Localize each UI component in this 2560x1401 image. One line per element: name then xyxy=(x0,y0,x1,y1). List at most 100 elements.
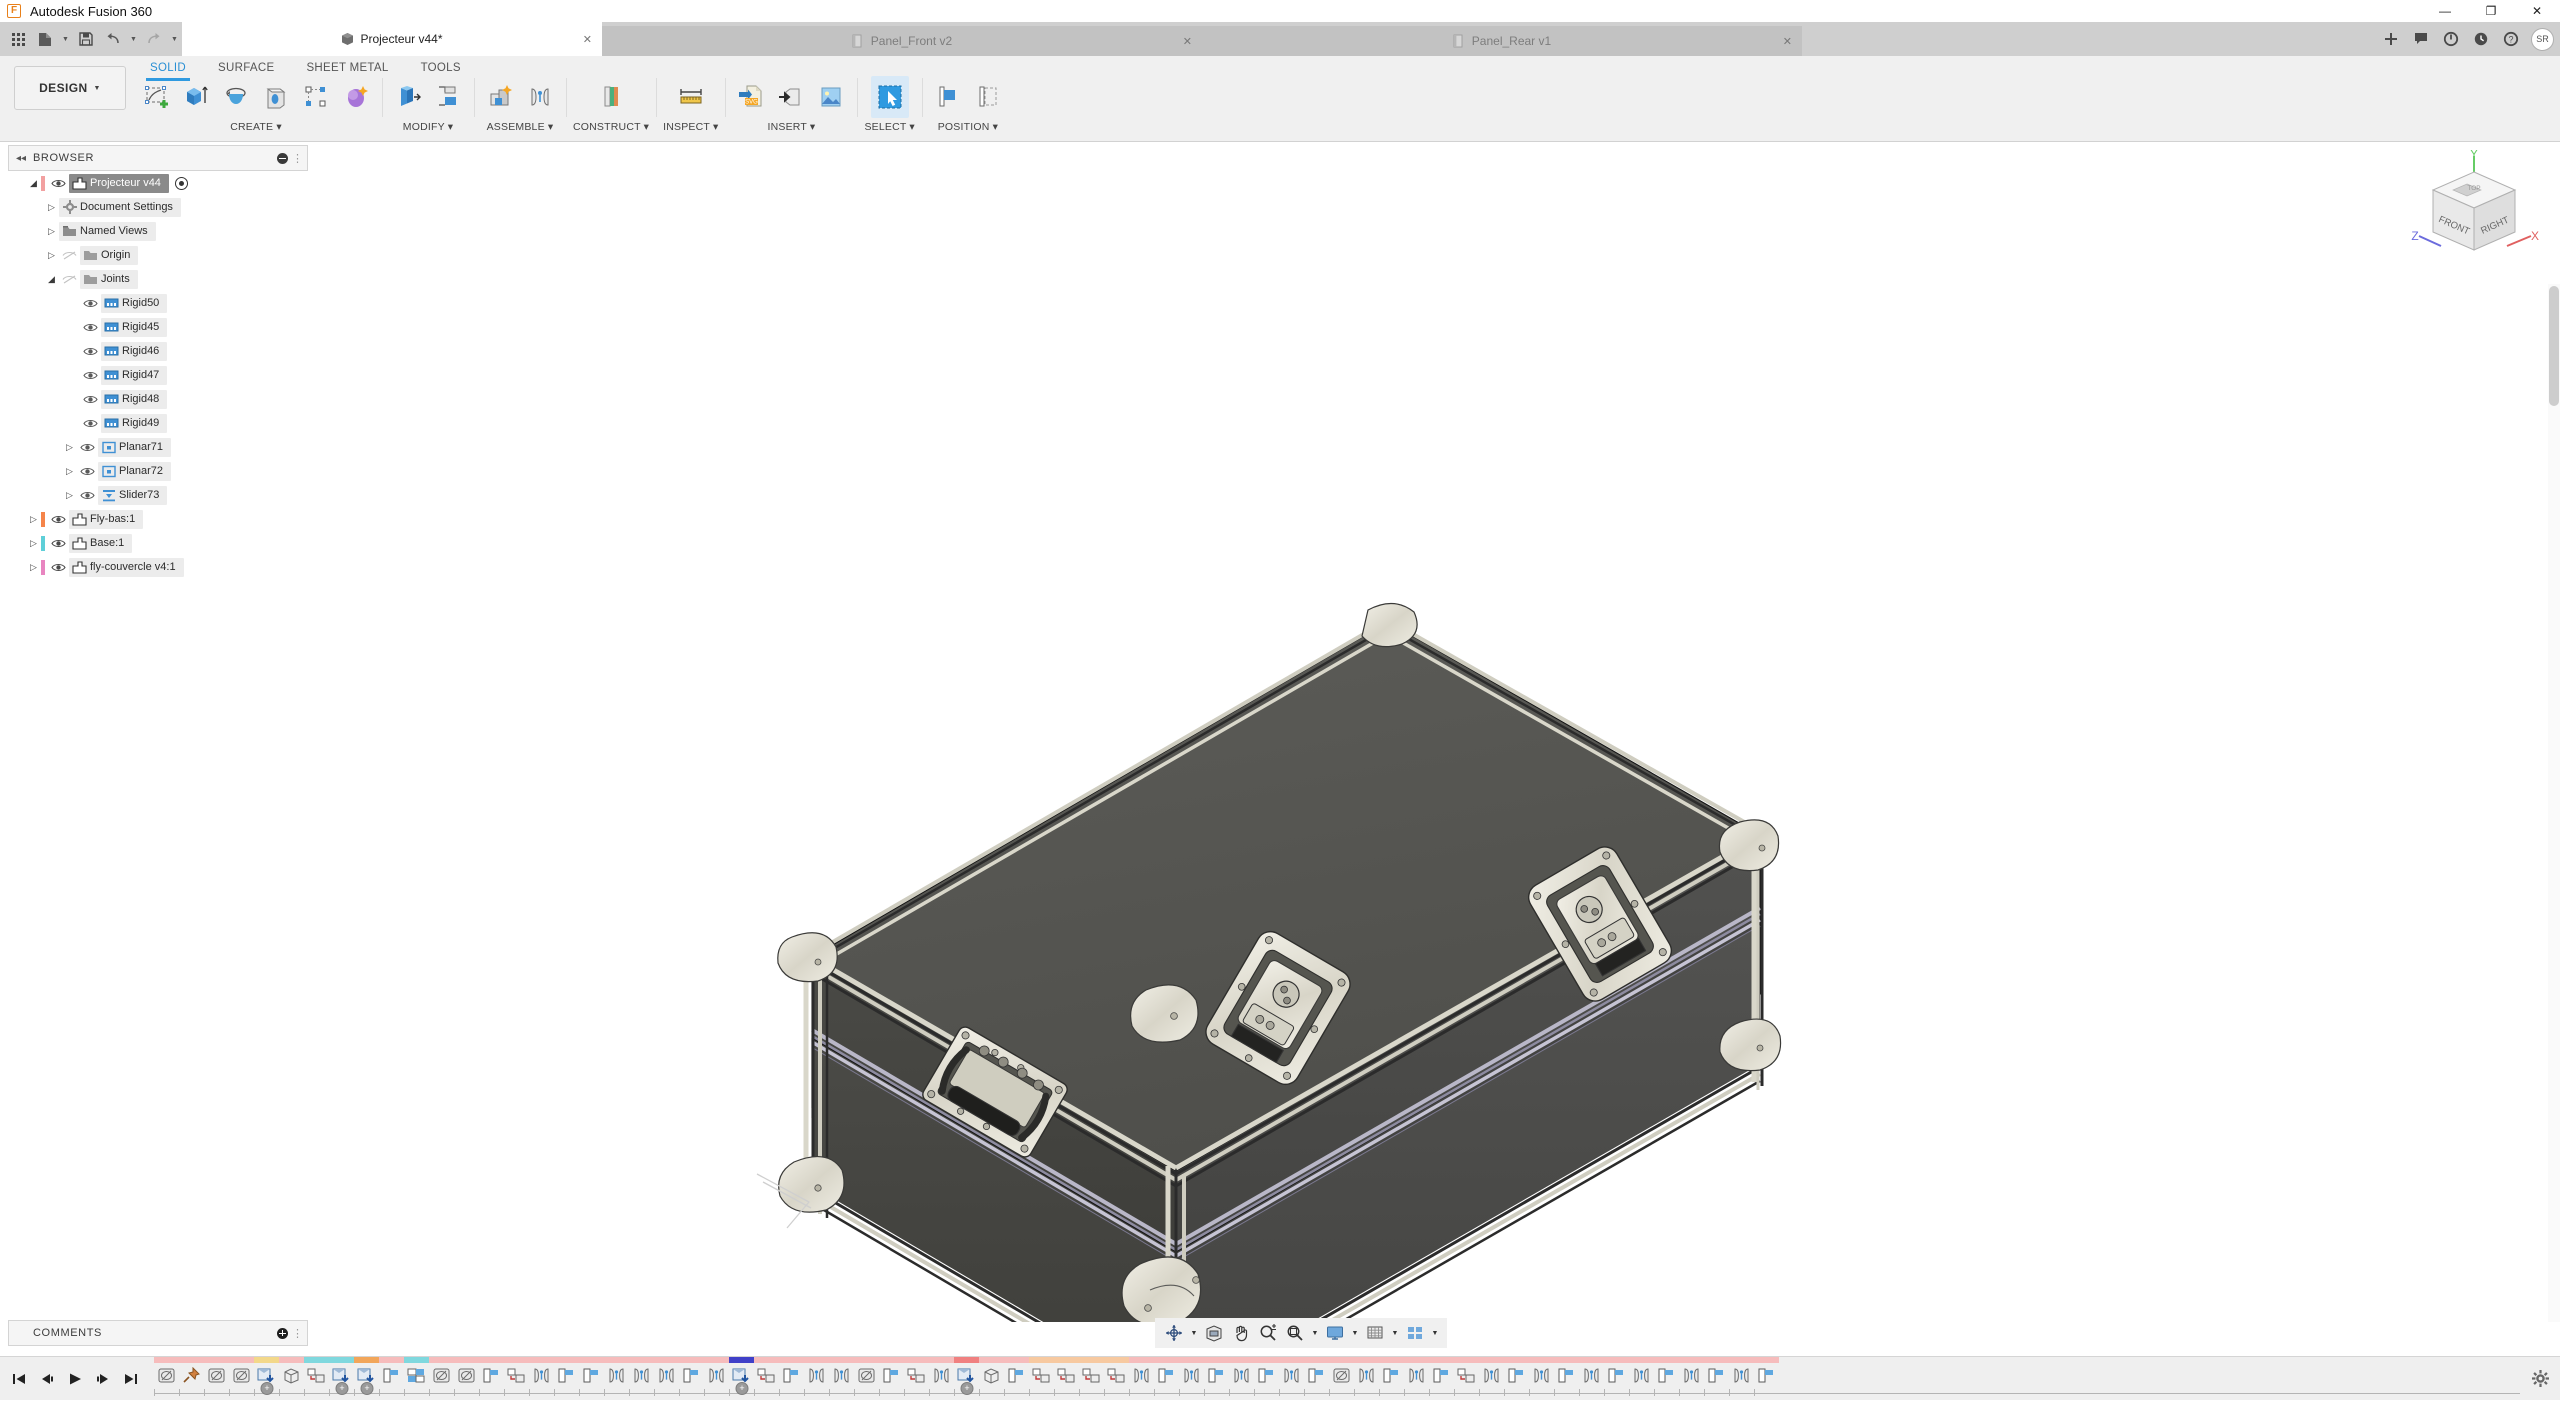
tab-surface[interactable]: SURFACE xyxy=(202,58,290,78)
design-canvas[interactable]: Y X Z FRONT RIGHT TOP xyxy=(0,142,2560,1322)
timeline-group-expand-marker[interactable]: + xyxy=(361,1382,374,1395)
tree-item-rigid46[interactable]: Rigid46 xyxy=(8,339,308,363)
move-icon[interactable] xyxy=(1454,1363,1479,1389)
timeline-feature[interactable] xyxy=(1529,1357,1554,1397)
ribbon-group-label-inspect[interactable]: INSPECT ▾ xyxy=(663,121,718,133)
joint-icon[interactable] xyxy=(1479,1363,1504,1389)
timeline-feature[interactable] xyxy=(1454,1357,1479,1397)
sketch-icon[interactable] xyxy=(429,1363,454,1389)
monitor-caret-icon[interactable]: ▼ xyxy=(1349,1320,1361,1346)
timeline-feature[interactable] xyxy=(1254,1357,1279,1397)
sculpt-form-icon[interactable] xyxy=(337,76,375,118)
timeline-feature[interactable] xyxy=(879,1357,904,1397)
timeline-feature[interactable] xyxy=(1654,1357,1679,1397)
revolve-icon[interactable] xyxy=(217,76,255,118)
timeline-feature[interactable] xyxy=(1329,1357,1354,1397)
minus-circle-icon[interactable] xyxy=(277,153,288,164)
timeline-feature[interactable] xyxy=(1379,1357,1404,1397)
rect-pattern-icon[interactable] xyxy=(1754,1363,1779,1389)
insert-derive-icon[interactable] xyxy=(772,76,810,118)
insert-svg-icon[interactable]: SVG xyxy=(732,76,770,118)
redo-caret-icon[interactable]: ▼ xyxy=(169,28,180,50)
timeline-feature[interactable] xyxy=(804,1357,829,1397)
joint-icon[interactable] xyxy=(1279,1363,1304,1389)
timeline-feature[interactable] xyxy=(1704,1357,1729,1397)
sketch-icon[interactable] xyxy=(854,1363,879,1389)
document-tab-1[interactable]: Panel_Front v2 ✕ xyxy=(602,26,1202,56)
timeline-feature[interactable] xyxy=(429,1357,454,1397)
pin-icon[interactable] xyxy=(179,1363,204,1389)
rect-pattern-icon[interactable] xyxy=(1429,1363,1454,1389)
rect-pattern-icon[interactable] xyxy=(1604,1363,1629,1389)
expand-arrow-icon[interactable]: ▷ xyxy=(26,562,41,573)
tree-item-fly-couvercle[interactable]: ▷ fly-couvercle v4:1 xyxy=(8,555,308,579)
viewcube-face-top-label[interactable]: TOP xyxy=(2467,185,2480,192)
workspace-selector[interactable]: DESIGN ▼ xyxy=(14,66,126,110)
timeline-feature[interactable] xyxy=(404,1357,429,1397)
measure-ruler-icon[interactable] xyxy=(672,76,710,118)
visibility-eye-icon[interactable] xyxy=(48,562,69,573)
timeline-feature[interactable]: + xyxy=(254,1357,279,1397)
visibility-eye-icon[interactable] xyxy=(77,442,98,453)
joint-icon[interactable] xyxy=(1529,1363,1554,1389)
zoom-fit-caret-icon[interactable]: ▼ xyxy=(1309,1320,1321,1346)
joint-icon[interactable] xyxy=(1679,1363,1704,1389)
timeline-go-start-button[interactable] xyxy=(6,1366,32,1392)
timeline-feature[interactable] xyxy=(304,1357,329,1397)
sketch-icon[interactable] xyxy=(454,1363,479,1389)
rect-pattern-icon[interactable] xyxy=(479,1363,504,1389)
timeline-feature[interactable] xyxy=(154,1357,179,1397)
box-icon[interactable] xyxy=(979,1363,1004,1389)
timeline-feature[interactable] xyxy=(454,1357,479,1397)
sketch-icon[interactable] xyxy=(1329,1363,1354,1389)
timeline-feature[interactable] xyxy=(1479,1357,1504,1397)
move-icon[interactable] xyxy=(1054,1363,1079,1389)
joint-icon[interactable] xyxy=(704,1363,729,1389)
timeline-feature[interactable] xyxy=(854,1357,879,1397)
ribbon-group-label-construct[interactable]: CONSTRUCT ▾ xyxy=(573,121,649,133)
timeline-feature[interactable] xyxy=(229,1357,254,1397)
timeline-feature[interactable]: + xyxy=(729,1357,754,1397)
new-tab-button[interactable] xyxy=(2377,25,2405,53)
expand-arrow-icon[interactable]: ▷ xyxy=(26,538,41,549)
move-icon[interactable] xyxy=(504,1363,529,1389)
visibility-eye-icon[interactable] xyxy=(77,490,98,501)
move-icon[interactable] xyxy=(1029,1363,1054,1389)
rectangular-pattern-icon[interactable] xyxy=(297,76,335,118)
rect-pattern-icon[interactable] xyxy=(379,1363,404,1389)
align-icon[interactable] xyxy=(929,76,967,118)
timeline-feature[interactable] xyxy=(929,1357,954,1397)
rect-pattern-icon[interactable] xyxy=(1154,1363,1179,1389)
move-icon[interactable] xyxy=(754,1363,779,1389)
timeline-feature[interactable] xyxy=(754,1357,779,1397)
grid-snap-icon[interactable] xyxy=(1362,1320,1388,1346)
rect-pattern-icon[interactable] xyxy=(1004,1363,1029,1389)
timeline-feature[interactable] xyxy=(1154,1357,1179,1397)
close-tab-1-icon[interactable]: ✕ xyxy=(1183,35,1192,48)
timeline-feature[interactable] xyxy=(654,1357,679,1397)
rect-pattern-icon[interactable] xyxy=(579,1363,604,1389)
sketch-icon[interactable] xyxy=(229,1363,254,1389)
joint-icon[interactable] xyxy=(1579,1363,1604,1389)
joint-icon[interactable] xyxy=(929,1363,954,1389)
timeline-feature[interactable] xyxy=(579,1357,604,1397)
joint-icon[interactable] xyxy=(829,1363,854,1389)
ribbon-group-label-create[interactable]: CREATE ▾ xyxy=(230,121,282,133)
tree-item-rigid45[interactable]: Rigid45 xyxy=(8,315,308,339)
rect-pattern-icon[interactable] xyxy=(1554,1363,1579,1389)
close-tab-2-icon[interactable]: ✕ xyxy=(1783,35,1792,48)
joint-icon[interactable] xyxy=(521,76,559,118)
offset-plane-icon[interactable] xyxy=(592,76,630,118)
tree-item-fly-bas[interactable]: ▷ Fly-bas:1 xyxy=(8,507,308,531)
notifications-button[interactable] xyxy=(2407,25,2435,53)
visibility-eye-icon[interactable] xyxy=(80,370,101,381)
expand-arrow-icon[interactable]: ▷ xyxy=(44,250,59,261)
timeline-feature[interactable] xyxy=(279,1357,304,1397)
close-button[interactable]: ✕ xyxy=(2514,0,2560,22)
orbit-caret-icon[interactable]: ▼ xyxy=(1188,1320,1200,1346)
visibility-eye-icon[interactable] xyxy=(80,394,101,405)
close-tab-0-icon[interactable]: ✕ xyxy=(583,33,592,46)
tree-item-rigid47[interactable]: Rigid47 xyxy=(8,363,308,387)
undo-caret-icon[interactable]: ▼ xyxy=(128,28,139,50)
timeline-feature[interactable] xyxy=(1204,1357,1229,1397)
